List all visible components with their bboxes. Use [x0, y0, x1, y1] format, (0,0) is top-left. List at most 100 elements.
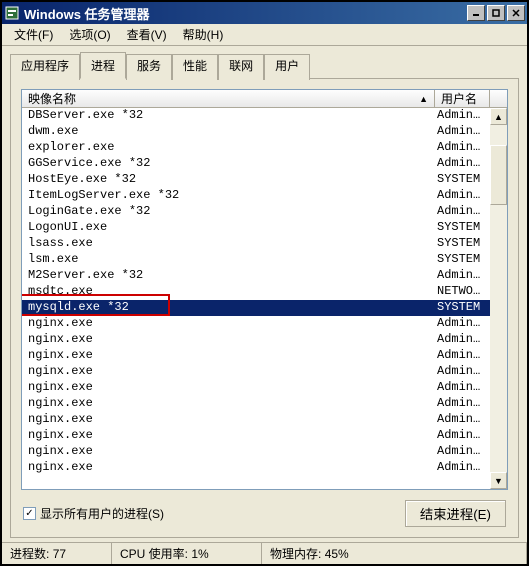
table-row[interactable]: M2Server.exe *32Admin… [22, 268, 507, 284]
process-user: Admin… [435, 140, 490, 156]
menu-options[interactable]: 选项(O) [61, 24, 118, 45]
col-header-name[interactable]: 映像名称 ▲ [22, 90, 435, 107]
scroll-thumb[interactable] [490, 145, 507, 205]
table-row[interactable]: nginx.exeAdmin… [22, 364, 507, 380]
process-user: Admin… [435, 380, 490, 396]
tab-processes[interactable]: 进程 [80, 52, 126, 79]
table-row[interactable]: nginx.exeAdmin… [22, 396, 507, 412]
table-row[interactable]: HostEye.exe *32SYSTEM [22, 172, 507, 188]
sort-ascending-icon: ▲ [419, 94, 428, 104]
close-button[interactable] [507, 5, 525, 21]
tab-strip: 应用程序 进程 服务 性能 联网 用户 [2, 46, 527, 79]
menu-file[interactable]: 文件(F) [6, 24, 61, 45]
tab-networking[interactable]: 联网 [218, 54, 264, 80]
process-name: DBServer.exe *32 [22, 108, 435, 124]
process-list[interactable]: 映像名称 ▲ 用户名 DBServer.exe *32Admin…dwm.exe… [21, 89, 508, 490]
show-all-users-checkbox[interactable]: ✓ 显示所有用户的进程(S) [23, 505, 164, 522]
process-name: LoginGate.exe *32 [22, 204, 435, 220]
process-name: GGService.exe *32 [22, 156, 435, 172]
scroll-up-button[interactable]: ▲ [490, 108, 507, 125]
titlebar[interactable]: Windows 任务管理器 [2, 2, 527, 24]
process-name: explorer.exe [22, 140, 435, 156]
table-row[interactable]: mysqld.exe *32SYSTEM [22, 300, 507, 316]
table-row[interactable]: LogonUI.exeSYSTEM [22, 220, 507, 236]
process-name: nginx.exe [22, 412, 435, 428]
process-user: SYSTEM [435, 220, 490, 236]
process-user: Admin… [435, 348, 490, 364]
process-name: msdtc.exe [22, 284, 435, 300]
tab-content: 映像名称 ▲ 用户名 DBServer.exe *32Admin…dwm.exe… [10, 79, 519, 538]
scroll-track[interactable] [490, 125, 507, 472]
table-row[interactable]: nginx.exeAdmin… [22, 332, 507, 348]
tab-users[interactable]: 用户 [264, 54, 310, 80]
table-row[interactable]: lsass.exeSYSTEM [22, 236, 507, 252]
process-name: nginx.exe [22, 428, 435, 444]
table-row[interactable]: lsm.exeSYSTEM [22, 252, 507, 268]
menubar: 文件(F) 选项(O) 查看(V) 帮助(H) [2, 24, 527, 46]
table-row[interactable]: nginx.exeAdmin… [22, 460, 507, 476]
tab-applications[interactable]: 应用程序 [10, 54, 80, 80]
tab-services[interactable]: 服务 [126, 54, 172, 80]
process-user: Admin… [435, 108, 490, 124]
vertical-scrollbar[interactable]: ▲ ▼ [490, 108, 507, 489]
end-process-button[interactable]: 结束进程(E) [405, 500, 506, 527]
process-user: Admin… [435, 156, 490, 172]
table-row[interactable]: nginx.exeAdmin… [22, 444, 507, 460]
table-row[interactable]: nginx.exeAdmin… [22, 428, 507, 444]
process-user: SYSTEM [435, 172, 490, 188]
maximize-button[interactable] [487, 5, 505, 21]
process-name: nginx.exe [22, 348, 435, 364]
process-name: nginx.exe [22, 332, 435, 348]
col-header-scroll-spacer [490, 90, 507, 107]
scroll-down-button[interactable]: ▼ [490, 472, 507, 489]
table-row[interactable]: nginx.exeAdmin… [22, 348, 507, 364]
window-controls [467, 5, 525, 21]
process-user: Admin… [435, 268, 490, 284]
minimize-button[interactable] [467, 5, 485, 21]
menu-help[interactable]: 帮助(H) [175, 24, 232, 45]
process-user: SYSTEM [435, 252, 490, 268]
list-body: DBServer.exe *32Admin…dwm.exeAdmin…explo… [22, 108, 507, 489]
table-row[interactable]: msdtc.exeNETWO… [22, 284, 507, 300]
process-user: SYSTEM [435, 300, 490, 316]
process-name: lsm.exe [22, 252, 435, 268]
checkbox-icon: ✓ [23, 507, 36, 520]
app-icon [4, 5, 20, 21]
process-user: Admin… [435, 428, 490, 444]
process-user: Admin… [435, 188, 490, 204]
col-header-name-label: 映像名称 [28, 90, 76, 107]
process-user: Admin… [435, 396, 490, 412]
content-footer: ✓ 显示所有用户的进程(S) 结束进程(E) [21, 500, 508, 527]
status-cpu: CPU 使用率: 1% [112, 543, 262, 564]
table-row[interactable]: GGService.exe *32Admin… [22, 156, 507, 172]
show-all-users-label: 显示所有用户的进程(S) [40, 505, 164, 522]
process-user: Admin… [435, 460, 490, 476]
process-name: nginx.exe [22, 444, 435, 460]
process-name: ItemLogServer.exe *32 [22, 188, 435, 204]
process-user: Admin… [435, 332, 490, 348]
process-user: Admin… [435, 204, 490, 220]
process-name: dwm.exe [22, 124, 435, 140]
process-user: SYSTEM [435, 236, 490, 252]
process-user: Admin… [435, 444, 490, 460]
list-header: 映像名称 ▲ 用户名 [22, 90, 507, 108]
menu-view[interactable]: 查看(V) [119, 24, 175, 45]
table-row[interactable]: nginx.exeAdmin… [22, 316, 507, 332]
col-header-user[interactable]: 用户名 [435, 90, 490, 107]
process-name: HostEye.exe *32 [22, 172, 435, 188]
process-user: Admin… [435, 412, 490, 428]
table-row[interactable]: nginx.exeAdmin… [22, 380, 507, 396]
table-row[interactable]: dwm.exeAdmin… [22, 124, 507, 140]
process-name: nginx.exe [22, 364, 435, 380]
process-name: mysqld.exe *32 [22, 300, 435, 316]
table-row[interactable]: ItemLogServer.exe *32Admin… [22, 188, 507, 204]
table-row[interactable]: explorer.exeAdmin… [22, 140, 507, 156]
tab-performance[interactable]: 性能 [172, 54, 218, 80]
process-user: NETWO… [435, 284, 490, 300]
process-name: lsass.exe [22, 236, 435, 252]
table-row[interactable]: DBServer.exe *32Admin… [22, 108, 507, 124]
table-row[interactable]: LoginGate.exe *32Admin… [22, 204, 507, 220]
status-process-count: 进程数: 77 [2, 543, 112, 564]
process-name: nginx.exe [22, 396, 435, 412]
table-row[interactable]: nginx.exeAdmin… [22, 412, 507, 428]
